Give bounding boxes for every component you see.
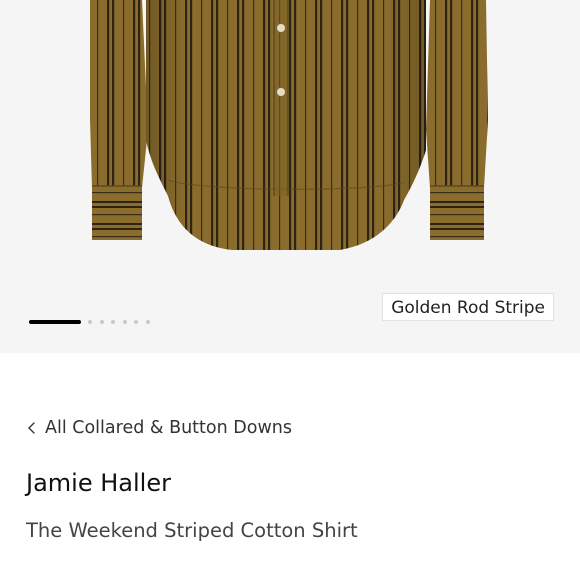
pager-dot[interactable] — [122, 320, 127, 324]
brand-name[interactable]: Jamie Haller — [26, 466, 171, 500]
breadcrumb-label[interactable]: All Collared & Button Downs — [45, 414, 292, 442]
chevron-left-icon — [28, 422, 35, 434]
pager-dot[interactable] — [88, 320, 92, 324]
breadcrumb-back-link[interactable]: All Collared & Button Downs — [26, 414, 292, 442]
pager-dot-active[interactable] — [29, 320, 81, 324]
pager-dot[interactable] — [111, 320, 115, 324]
color-label: Golden Rod Stripe — [382, 293, 554, 321]
product-page: Golden Rod Stripe All Collared & Button … — [0, 0, 580, 580]
pager-dot[interactable] — [145, 320, 150, 324]
pager-dot[interactable] — [134, 320, 138, 324]
product-image-gallery[interactable]: Golden Rod Stripe — [0, 0, 580, 353]
pager-dot[interactable] — [99, 320, 104, 324]
product-title: The Weekend Striped Cotton Shirt — [26, 519, 358, 542]
image-pager[interactable] — [29, 319, 157, 325]
